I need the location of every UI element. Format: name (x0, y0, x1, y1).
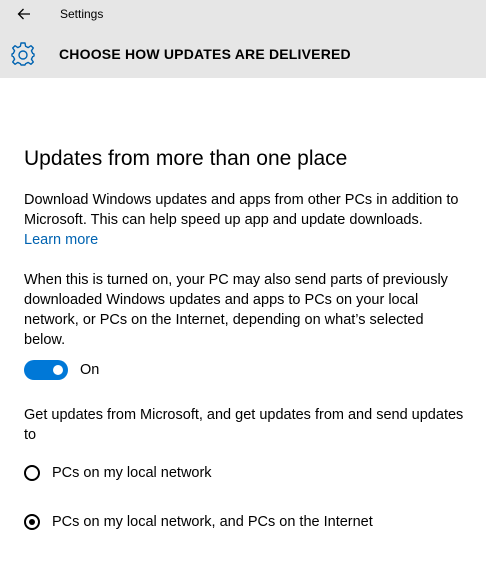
gear-icon (11, 42, 35, 66)
app-title: Settings (60, 7, 104, 21)
page-title: CHOOSE HOW UPDATES ARE DELIVERED (59, 46, 351, 62)
radio-button-selected[interactable] (24, 514, 40, 530)
learn-more-link[interactable]: Learn more (24, 230, 98, 250)
radio-label: PCs on my local network, and PCs on the … (52, 514, 373, 530)
delivery-optimization-toggle[interactable] (24, 360, 68, 380)
page-header: CHOOSE HOW UPDATES ARE DELIVERED (0, 29, 486, 78)
radio-button-unselected[interactable] (24, 465, 40, 481)
source-prompt-text: Get updates from Microsoft, and get upda… (24, 407, 464, 443)
toggle-knob (53, 365, 63, 375)
radio-label: PCs on my local network (52, 465, 212, 481)
sharing-note-text: When this is turned on, your PC may also… (24, 272, 448, 348)
radio-selected-dot (29, 519, 35, 525)
section-title: Updates from more than one place (24, 147, 348, 170)
radio-option-local-and-internet[interactable]: PCs on my local network, and PCs on the … (24, 511, 373, 533)
title-bar: Settings (0, 0, 486, 29)
radio-option-local-network[interactable]: PCs on my local network (24, 462, 212, 484)
back-button[interactable] (12, 4, 36, 24)
back-arrow-icon (17, 8, 30, 20)
description-text: Download Windows updates and apps from o… (24, 192, 459, 228)
toggle-state-label: On (80, 362, 100, 378)
